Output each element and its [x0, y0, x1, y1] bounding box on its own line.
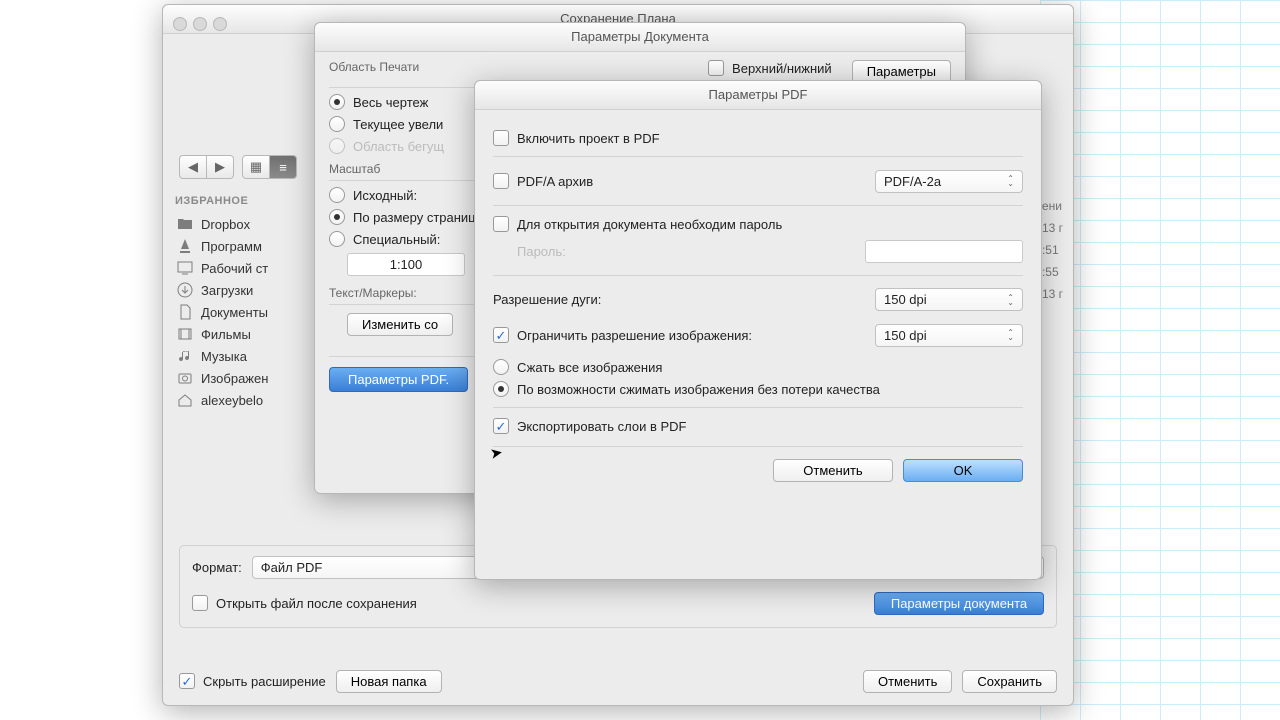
home-icon [177, 392, 193, 408]
format-label: Формат: [192, 560, 242, 575]
radio-label: Исходный: [353, 188, 417, 203]
pdf-params-dialog: Параметры PDF Включить проект в PDF PDF/… [474, 80, 1042, 580]
checkbox-label: Включить проект в PDF [517, 131, 660, 146]
cancel-button[interactable]: Отменить [863, 670, 952, 693]
sidebar-item-apps[interactable]: Программ [175, 235, 325, 257]
radio-label: Область бегущ [353, 139, 444, 154]
sidebar-item-label: Dropbox [201, 217, 250, 232]
sidebar: ИЗБРАННОЕ Dropbox Программ Рабочий ст За… [175, 195, 325, 411]
sidebar-item-label: Рабочий ст [201, 261, 268, 276]
folder-icon [177, 216, 193, 232]
radio-label: Специальный: [353, 232, 440, 247]
sidebar-item-label: Изображен [201, 371, 268, 386]
movies-icon [177, 326, 193, 342]
cad-background [1040, 0, 1280, 720]
save-button[interactable]: Сохранить [962, 670, 1057, 693]
nav-forward-button[interactable]: ▶ [207, 155, 234, 179]
sidebar-item-downloads[interactable]: Загрузки [175, 279, 325, 301]
music-icon [177, 348, 193, 364]
doc-params-button[interactable]: Параметры документа [874, 592, 1044, 615]
sidebar-item-pictures[interactable]: Изображен [175, 367, 325, 389]
sidebar-item-label: Фильмы [201, 327, 251, 342]
checkbox-label: Скрыть расширение [203, 674, 326, 689]
new-folder-button[interactable]: Новая папка [336, 670, 442, 693]
checkbox-label: Ограничить разрешение изображения: [517, 328, 752, 343]
sidebar-item-movies[interactable]: Фильмы [175, 323, 325, 345]
limit-resolution-select[interactable]: 150 dpi [875, 324, 1023, 347]
password-required-checkbox[interactable]: Для открытия документа необходим пароль [493, 216, 1023, 232]
scale-value-input[interactable]: 1:100 [347, 253, 465, 276]
limit-resolution-checkbox[interactable]: ✓Ограничить разрешение изображения: [493, 327, 865, 343]
checkbox-label: Экспортировать слои в PDF [517, 419, 686, 434]
arc-resolution-select[interactable]: 150 dpi [875, 288, 1023, 311]
sidebar-item-label: Загрузки [201, 283, 253, 298]
pdf-cancel-button[interactable]: Отменить [773, 459, 893, 482]
password-label: Пароль: [517, 244, 566, 259]
select-value: 150 dpi [884, 292, 927, 307]
sidebar-item-desktop[interactable]: Рабочий ст [175, 257, 325, 279]
sidebar-item-label: Программ [201, 239, 262, 254]
nav-back-button[interactable]: ◀ [179, 155, 207, 179]
sidebar-item-label: Музыка [201, 349, 247, 364]
doc-dialog-title: Параметры Документа [315, 23, 965, 52]
arc-resolution-label: Разрешение дуги: [493, 292, 865, 307]
documents-icon [177, 304, 193, 320]
embed-project-checkbox[interactable]: Включить проект в PDF [493, 130, 1023, 146]
pdfa-checkbox[interactable]: PDF/A архив [493, 173, 865, 189]
sidebar-item-label: Документы [201, 305, 268, 320]
open-after-save-checkbox[interactable]: Открыть файл после сохранения [192, 595, 417, 611]
password-input[interactable] [865, 240, 1023, 263]
sidebar-item-label: alexeybelo [201, 393, 263, 408]
sidebar-item-documents[interactable]: Документы [175, 301, 325, 323]
pictures-icon [177, 370, 193, 386]
checkbox-label: PDF/A архив [517, 174, 593, 189]
view-icon-button[interactable]: ▦ [242, 155, 270, 179]
select-value: 150 dpi [884, 328, 927, 343]
sidebar-heading: ИЗБРАННОЕ [175, 195, 325, 207]
sidebar-item-home[interactable]: alexeybelo [175, 389, 325, 411]
compress-all-radio[interactable]: Сжать все изображения [493, 359, 1023, 375]
pdf-ok-button[interactable]: OK [903, 459, 1023, 482]
pdfa-version-select[interactable]: PDF/A-2a [875, 170, 1023, 193]
traffic-lights[interactable] [173, 17, 227, 31]
sidebar-item-music[interactable]: Музыка [175, 345, 325, 367]
radio-label: По размеру страницы: [353, 210, 489, 225]
select-value: PDF/A-2a [884, 174, 941, 189]
downloads-icon [177, 282, 193, 298]
hide-extension-checkbox[interactable]: ✓Скрыть расширение [179, 673, 326, 689]
radio-label: По возможности сжимать изображения без п… [517, 382, 880, 397]
change-markers-button[interactable]: Изменить со [347, 313, 453, 336]
pdf-dialog-title: Параметры PDF [475, 81, 1041, 110]
format-value: Файл PDF [261, 560, 323, 575]
view-list-button[interactable]: ≡ [270, 155, 297, 179]
checkbox-label: Открыть файл после сохранения [216, 596, 417, 611]
pdf-params-button[interactable]: Параметры PDF. [329, 367, 468, 392]
radio-label: Сжать все изображения [517, 360, 662, 375]
sidebar-item-dropbox[interactable]: Dropbox [175, 213, 325, 235]
checkbox-label: Для открытия документа необходим пароль [517, 217, 782, 232]
export-layers-checkbox[interactable]: ✓Экспортировать слои в PDF [493, 418, 1023, 434]
radio-label: Весь чертеж [353, 95, 428, 110]
radio-label: Текущее увели [353, 117, 443, 132]
updown-icon [1007, 330, 1014, 340]
header-footer-checkbox[interactable]: Верхний/нижний [708, 60, 832, 76]
print-area-label: Область Печати [329, 60, 419, 74]
updown-icon [1007, 176, 1014, 186]
updown-icon [1007, 295, 1014, 305]
desktop-icon [177, 260, 193, 276]
apps-icon [177, 238, 193, 254]
compress-lossless-radio[interactable]: По возможности сжимать изображения без п… [493, 381, 1023, 397]
checkbox-label: Верхний/нижний [732, 61, 832, 76]
